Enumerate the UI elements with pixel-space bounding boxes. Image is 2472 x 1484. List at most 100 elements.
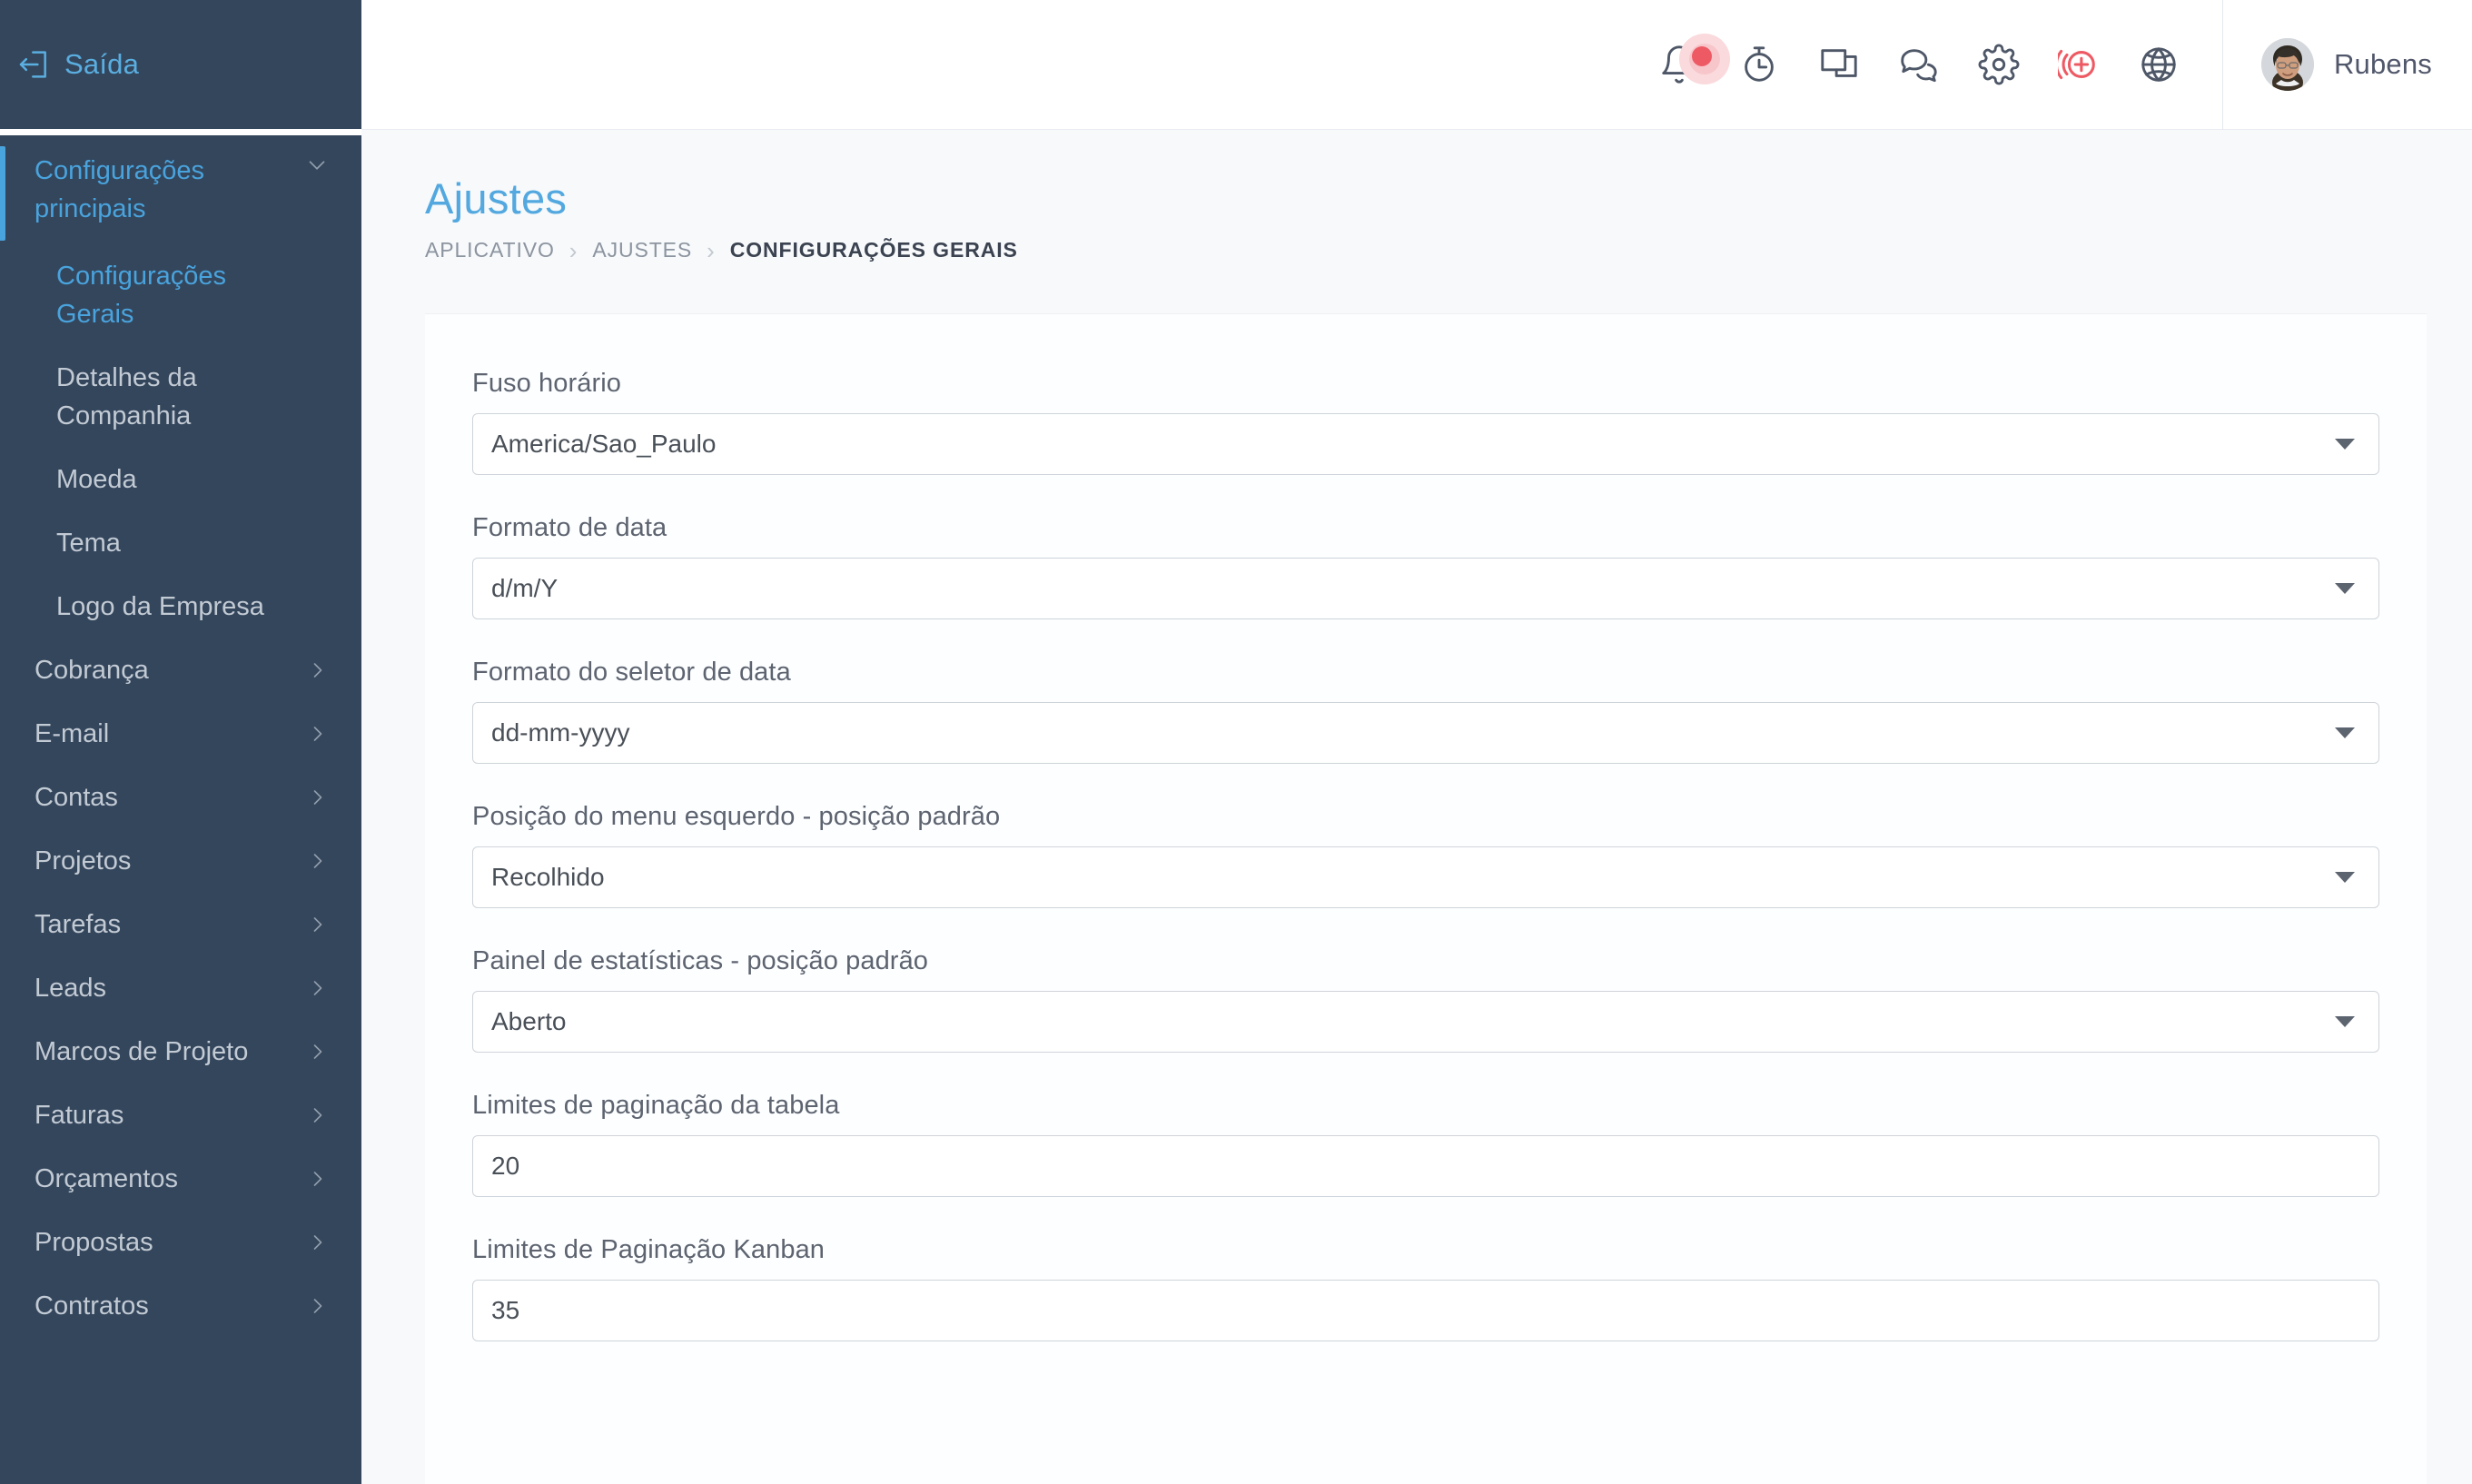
- sidebar-item-label: Propostas: [35, 1228, 153, 1257]
- field-formato-de-data: Formato de data d/m/Y: [472, 513, 2379, 619]
- user-avatar-image: [2260, 38, 2314, 91]
- sidebar-item-label: Detalhes da Companhia: [56, 363, 197, 430]
- general-settings-form: Fuso horário America/Sao_Paulo Formato d…: [425, 314, 2427, 1341]
- left-sidebar: Saída Configurações principais Configura…: [0, 0, 361, 1484]
- user-menu-button[interactable]: Rubens: [2223, 0, 2472, 130]
- sidebar-item-contratos[interactable]: Contratos: [0, 1274, 361, 1338]
- chevron-right-icon: [305, 1230, 331, 1255]
- sidebar-item-contas[interactable]: Contas: [0, 766, 361, 829]
- chevron-right-icon: ›: [707, 236, 716, 264]
- sidebar-item-faturas[interactable]: Faturas: [0, 1083, 361, 1147]
- globe-language-icon: [2141, 47, 2176, 82]
- sidebar-item-detalhes-da-companhia[interactable]: Detalhes da Companhia: [0, 346, 361, 448]
- sidebar-item-label: Logo da Empresa: [56, 592, 264, 621]
- add-circle-button[interactable]: [2039, 25, 2119, 104]
- input-value: 20: [491, 1152, 520, 1180]
- sidebar-group-configuracoes-principais[interactable]: Configurações principais: [0, 135, 361, 244]
- sidebar-item-label: E-mail: [35, 719, 110, 748]
- gear-settings-button[interactable]: [1959, 25, 2039, 104]
- sidebar-item-moeda[interactable]: Moeda: [0, 448, 361, 511]
- breadcrumb-item-current: CONFIGURAÇÕES GERAIS: [729, 238, 1018, 262]
- field-label: Limites de paginação da tabela: [472, 1091, 840, 1120]
- sidebar-item-cobranca[interactable]: Cobrança: [0, 638, 361, 702]
- sidebar-item-label: Cobrança: [35, 656, 149, 685]
- chevron-right-icon: [305, 1293, 331, 1319]
- sidebar-item-configuracoes-gerais[interactable]: Configurações Gerais: [0, 244, 361, 346]
- date-format-select[interactable]: d/m/Y: [472, 558, 2379, 619]
- sidebar-divider: [0, 129, 361, 135]
- chat-bubbles-button[interactable]: [1879, 25, 1959, 104]
- chevron-down-icon: [2335, 439, 2355, 450]
- windows-screens-button[interactable]: [1799, 25, 1879, 104]
- field-posicao-do-menu-esquerdo: Posição do menu esquerdo - posição padrã…: [472, 802, 2379, 908]
- field-label: Posição do menu esquerdo - posição padrã…: [472, 802, 1001, 831]
- sidebar-item-label: Configurações Gerais: [56, 262, 226, 329]
- field-limites-de-paginacao-kanban: Limites de Paginação Kanban 35: [472, 1235, 2379, 1341]
- select-value: America/Sao_Paulo: [491, 430, 717, 458]
- settings-card: Fuso horário America/Sao_Paulo Formato d…: [425, 313, 2427, 1484]
- sidebar-item-marcos-de-projeto[interactable]: Marcos de Projeto: [0, 1020, 361, 1083]
- field-label: Fuso horário: [472, 369, 621, 398]
- timezone-select[interactable]: America/Sao_Paulo: [472, 413, 2379, 475]
- app-root: Saída Configurações principais Configura…: [0, 0, 2472, 1484]
- page-header: Ajustes APLICATIVO › AJUSTES › CONFIGURA…: [361, 130, 2472, 262]
- field-label: Formato de data: [472, 513, 667, 542]
- sidebar-item-propostas[interactable]: Propostas: [0, 1211, 361, 1274]
- sidebar-item-label: Tarefas: [35, 910, 122, 939]
- sidebar-item-email[interactable]: E-mail: [0, 702, 361, 766]
- field-painel-de-estatisticas: Painel de estatísticas - posição padrão …: [472, 946, 2379, 1053]
- sidebar-item-label: Moeda: [56, 465, 137, 494]
- field-limites-de-paginacao-da-tabela: Limites de paginação da tabela 20: [472, 1091, 2379, 1197]
- field-formato-do-seletor-de-data: Formato do seletor de data dd-mm-yyyy: [472, 658, 2379, 764]
- stats-panel-position-select[interactable]: Aberto: [472, 991, 2379, 1053]
- select-value: d/m/Y: [491, 574, 559, 602]
- input-value: 35: [491, 1296, 520, 1324]
- sidebar-item-label: Contratos: [35, 1291, 149, 1321]
- table-pagination-limit-input[interactable]: 20: [472, 1135, 2379, 1197]
- logout-block: Saída: [0, 0, 361, 129]
- chevron-right-icon: ›: [569, 236, 578, 264]
- left-menu-position-select[interactable]: Recolhido: [472, 846, 2379, 908]
- sidebar-nav: Configurações principais Configurações G…: [0, 135, 361, 1484]
- sidebar-item-label: Orçamentos: [35, 1164, 178, 1193]
- chat-bubbles-icon: [1901, 49, 1937, 83]
- notifications-bell-button[interactable]: [1639, 25, 1730, 104]
- logout-button[interactable]: Saída: [16, 46, 139, 83]
- sidebar-item-tema[interactable]: Tema: [0, 511, 361, 575]
- sidebar-item-label: Contas: [35, 783, 118, 812]
- chevron-down-icon: [2335, 727, 2355, 738]
- chevron-right-icon: [305, 1103, 331, 1128]
- sidebar-item-orcamentos[interactable]: Orçamentos: [0, 1147, 361, 1211]
- select-value: Aberto: [491, 1007, 567, 1035]
- sidebar-group-label: Configurações principais: [35, 156, 204, 223]
- timer-clock-button[interactable]: [1719, 25, 1799, 104]
- field-label: Limites de Paginação Kanban: [472, 1235, 826, 1264]
- kanban-pagination-limit-input[interactable]: 35: [472, 1280, 2379, 1341]
- chevron-down-icon: [2335, 583, 2355, 594]
- select-value: dd-mm-yyyy: [491, 718, 630, 747]
- sidebar-item-label: Faturas: [35, 1101, 124, 1130]
- sidebar-item-leads[interactable]: Leads: [0, 956, 361, 1020]
- date-picker-format-select[interactable]: dd-mm-yyyy: [472, 702, 2379, 764]
- select-value: Recolhido: [491, 863, 605, 891]
- notification-badge-dot: [1691, 46, 1712, 66]
- sidebar-item-projetos[interactable]: Projetos: [0, 829, 361, 893]
- breadcrumb-item-ajustes[interactable]: AJUSTES: [592, 238, 692, 262]
- chevron-down-icon: [303, 152, 331, 179]
- chevron-right-icon: [305, 912, 331, 937]
- sidebar-item-logo-da-empresa[interactable]: Logo da Empresa: [0, 575, 361, 638]
- chevron-down-icon: [2335, 872, 2355, 883]
- breadcrumb-item-aplicativo[interactable]: APLICATIVO: [425, 238, 555, 262]
- add-circle-icon: [2057, 49, 2095, 80]
- field-label: Formato do seletor de data: [472, 658, 791, 687]
- page-title: Ajustes: [425, 174, 568, 223]
- windows-screens-icon: [1821, 49, 1857, 77]
- timer-clock-icon: [1745, 46, 1774, 82]
- chevron-right-icon: [305, 785, 331, 810]
- chevron-right-icon: [305, 1166, 331, 1192]
- sidebar-item-tarefas[interactable]: Tarefas: [0, 893, 361, 956]
- breadcrumb: APLICATIVO › AJUSTES › CONFIGURAÇÕES GER…: [425, 238, 2472, 262]
- sidebar-item-label: Leads: [35, 974, 107, 1003]
- avatar: [2260, 38, 2314, 91]
- globe-language-button[interactable]: [2119, 25, 2199, 104]
